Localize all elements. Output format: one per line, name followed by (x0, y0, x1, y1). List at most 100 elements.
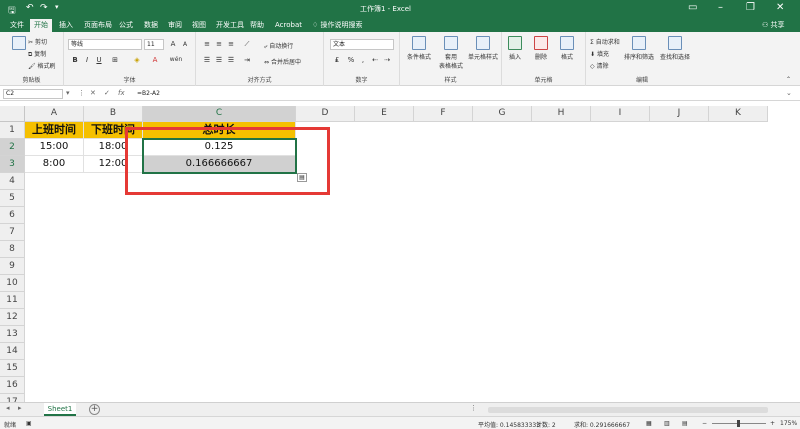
cell-B3[interactable]: 12:00 (84, 156, 143, 173)
zoom-level[interactable]: 175% (780, 420, 797, 427)
copy-button[interactable]: ⧉ 复制 (28, 49, 46, 59)
column-header-k[interactable]: K (709, 106, 768, 122)
align-left-icon[interactable]: ☰ (202, 56, 212, 64)
italic-button[interactable]: I (82, 56, 92, 64)
fill-button[interactable]: ⬇ 填充 (590, 49, 609, 58)
column-header-j[interactable]: J (650, 106, 709, 122)
tab-file[interactable]: 文件 (6, 19, 28, 32)
undo-icon[interactable]: ↶ (26, 3, 34, 13)
indent-icon[interactable]: ⇥ (242, 56, 252, 64)
cancel-entry-button[interactable]: ✕ (90, 89, 96, 97)
next-sheet-icon[interactable]: ▸ (18, 404, 22, 412)
row-header-14[interactable]: 14 (0, 343, 25, 360)
cell-C3[interactable]: 0.166666667 (143, 156, 296, 173)
font-name-select[interactable]: 等线 (68, 39, 142, 50)
normal-view-icon[interactable]: ▦ (646, 420, 652, 427)
row-header-10[interactable]: 10 (0, 275, 25, 292)
row-header-7[interactable]: 7 (0, 224, 25, 241)
row-header-3[interactable]: 3 (0, 156, 25, 173)
bold-button[interactable]: B (70, 56, 80, 64)
percent-button[interactable]: % (346, 56, 356, 64)
page-break-view-icon[interactable]: ▤ (682, 420, 688, 427)
zoom-slider-thumb[interactable] (737, 420, 740, 427)
font-size-select[interactable]: 11 (144, 39, 164, 50)
tab-view[interactable]: 视图 (188, 19, 210, 32)
currency-icon[interactable]: ₤ (332, 56, 342, 64)
cell-C1[interactable]: 总时长 (143, 122, 296, 139)
insert-function-button[interactable]: fx (118, 89, 125, 97)
horizontal-scrollbar[interactable] (488, 407, 768, 413)
cell-A2[interactable]: 15:00 (25, 139, 84, 156)
sheet-tab-sheet1[interactable]: Sheet1 (44, 403, 76, 416)
comma-button[interactable]: , (358, 56, 368, 64)
name-box[interactable]: C2 (3, 89, 63, 99)
prev-sheet-icon[interactable]: ◂ (6, 404, 10, 412)
autosum-button[interactable]: Σ 自动求和 (590, 37, 620, 46)
zoom-in-button[interactable]: + (770, 420, 775, 427)
minimize-icon[interactable]: – (718, 2, 723, 13)
chevron-down-icon[interactable]: ▾ (55, 3, 59, 11)
tab-help[interactable]: 帮助 (246, 19, 268, 32)
formula-input[interactable]: =B2-A2 (137, 90, 160, 97)
add-sheet-button[interactable]: + (89, 404, 100, 415)
format-as-table-button[interactable]: 套用 表格格式 (434, 36, 468, 70)
format-cells-button[interactable]: 格式 (550, 36, 584, 61)
cell-B2[interactable]: 18:00 (84, 139, 143, 156)
row-header-8[interactable]: 8 (0, 241, 25, 258)
align-middle-icon[interactable]: ≡ (214, 40, 224, 48)
column-header-d[interactable]: D (296, 106, 355, 122)
row-header-6[interactable]: 6 (0, 207, 25, 224)
grow-font-button[interactable]: A (168, 40, 178, 48)
collapse-ribbon-icon[interactable]: ⌃ (786, 76, 791, 83)
tab-insert[interactable]: 插入 (55, 19, 77, 32)
row-header-1[interactable]: 1 (0, 122, 25, 139)
row-header-11[interactable]: 11 (0, 292, 25, 309)
quick-analysis-icon[interactable]: ▤ (297, 173, 307, 182)
tab-split-icon[interactable]: ⋮ (470, 404, 477, 412)
cell-A3[interactable]: 8:00 (25, 156, 84, 173)
macro-record-icon[interactable]: ▣ (26, 420, 32, 427)
column-header-h[interactable]: H (532, 106, 591, 122)
align-right-icon[interactable]: ☰ (226, 56, 236, 64)
tab-developer[interactable]: 开发工具 (212, 19, 248, 32)
name-box-dropdown-icon[interactable]: ▾ (66, 89, 70, 97)
cut-button[interactable]: ✂ 剪切 (28, 37, 47, 46)
tab-home[interactable]: 开始 (30, 19, 52, 32)
row-header-9[interactable]: 9 (0, 258, 25, 275)
tab-formulas[interactable]: 公式 (115, 19, 137, 32)
underline-button[interactable]: U (94, 56, 104, 64)
tab-review[interactable]: 审阅 (164, 19, 186, 32)
redo-icon[interactable]: ↷ (40, 3, 48, 13)
column-header-c[interactable]: C (143, 106, 296, 122)
format-painter-button[interactable]: 🖌 格式刷 (28, 61, 56, 70)
orientation-icon[interactable]: ⟋ (242, 40, 252, 49)
align-top-icon[interactable]: ≡ (202, 40, 212, 48)
align-bottom-icon[interactable]: ≡ (226, 40, 236, 48)
row-header-17[interactable]: 17 (0, 394, 25, 402)
cell-C2[interactable]: 0.125 (143, 139, 296, 156)
column-header-f[interactable]: F (414, 106, 473, 122)
wrap-text-button[interactable]: ⤶ 自动换行 (264, 41, 293, 51)
column-header-g[interactable]: G (473, 106, 532, 122)
expand-formula-bar-icon[interactable]: ⌄ (786, 89, 792, 97)
ribbon-display-icon[interactable]: ▭ (688, 2, 697, 13)
borders-icon[interactable]: ⊞ (110, 56, 120, 64)
merge-center-button[interactable]: ⇔ 合并后居中 (264, 57, 301, 66)
row-header-12[interactable]: 12 (0, 309, 25, 326)
font-color-icon[interactable]: A (150, 56, 160, 64)
decrease-decimal-icon[interactable]: ⇢ (382, 56, 392, 64)
row-header-2[interactable]: 2 (0, 139, 25, 156)
row-header-15[interactable]: 15 (0, 360, 25, 377)
column-header-a[interactable]: A (25, 106, 84, 122)
tab-data[interactable]: 数据 (140, 19, 162, 32)
page-layout-view-icon[interactable]: ▥ (664, 420, 670, 427)
row-header-5[interactable]: 5 (0, 190, 25, 207)
zoom-out-button[interactable]: − (702, 420, 707, 427)
sort-filter-button[interactable]: 排序和筛选 (622, 36, 656, 61)
clear-button[interactable]: ◇ 清除 (590, 61, 609, 70)
column-header-e[interactable]: E (355, 106, 414, 122)
row-header-16[interactable]: 16 (0, 377, 25, 394)
tab-acrobat[interactable]: Acrobat (271, 19, 306, 32)
tab-page-layout[interactable]: 页面布局 (80, 19, 116, 32)
column-header-i[interactable]: I (591, 106, 650, 122)
